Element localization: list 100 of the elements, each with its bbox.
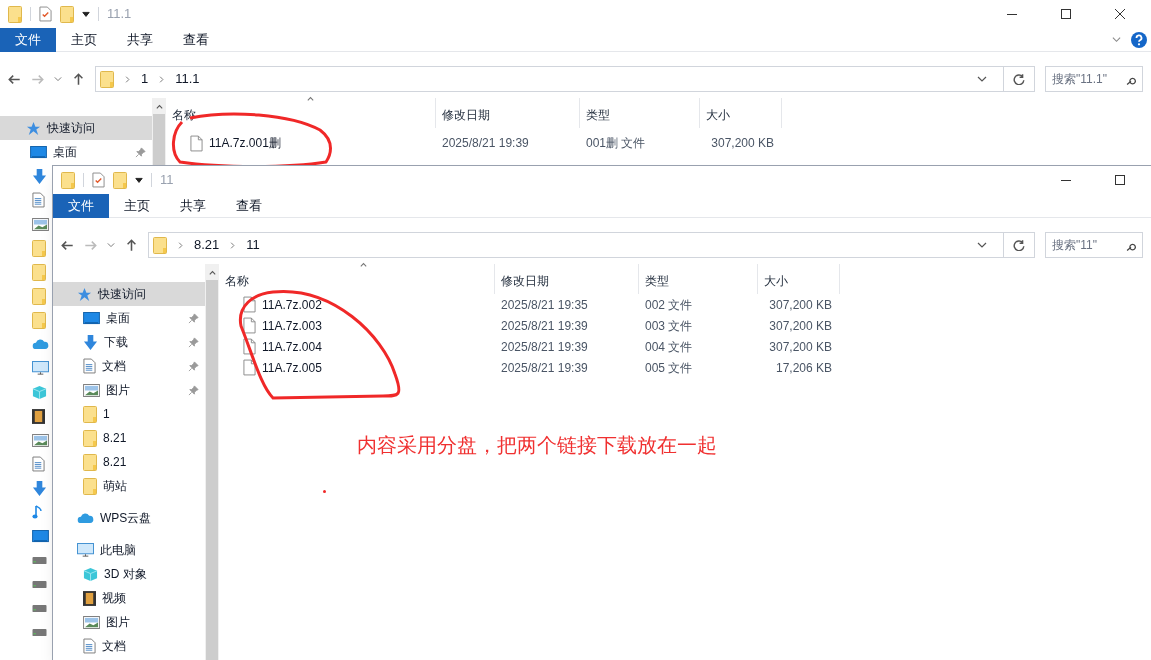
column-header[interactable]: 类型 (639, 264, 758, 294)
document-icon (83, 638, 96, 654)
nav-item[interactable]: 桌面 (53, 306, 205, 330)
nav-item[interactable]: 文档 (53, 354, 205, 378)
scrollbar[interactable] (205, 264, 219, 660)
refresh-icon[interactable] (1013, 73, 1025, 85)
nav-item[interactable]: 文档 (53, 634, 205, 658)
ribbon-tab[interactable]: 共享 (112, 27, 168, 52)
scrollbar[interactable] (152, 98, 166, 168)
ribbon-tab[interactable]: 查看 (221, 193, 277, 218)
dropdown-icon[interactable] (82, 10, 90, 18)
maximize-icon[interactable] (1115, 175, 1125, 185)
up-arrow-icon[interactable] (125, 238, 138, 252)
ribbon-tab[interactable]: 文件 (53, 193, 109, 218)
address-bar[interactable]: 1 11.1 (95, 66, 1035, 92)
nav-item[interactable]: 视频 (53, 586, 205, 610)
path-segment[interactable]: 8.21 (194, 235, 220, 255)
search-field[interactable]: 搜索"11.1" (1045, 66, 1143, 92)
dropdown-icon[interactable] (977, 74, 987, 84)
ribbon-tab[interactable]: 文件 (0, 27, 56, 52)
nav-item[interactable]: 快速访问 (0, 116, 152, 140)
table-cell-text: 001删 文件 (585, 135, 647, 152)
path-segment[interactable]: 11.1 (175, 69, 200, 89)
cloud-icon (32, 338, 49, 350)
column-header[interactable]: 修改日期 (436, 98, 580, 128)
nav-item[interactable]: 图片 (53, 378, 205, 402)
nav-item[interactable]: 8.21 (53, 426, 205, 450)
folder-icon (83, 429, 97, 447)
scroll-thumb[interactable] (206, 280, 218, 660)
ribbon-tab[interactable]: 共享 (165, 193, 221, 218)
file-name[interactable]: 11A.7z.002 (219, 295, 495, 314)
nav-item[interactable]: 桌面 (0, 140, 152, 164)
column-header[interactable]: 修改日期 (495, 264, 639, 294)
file-name[interactable]: 11A.7z.005 (219, 358, 495, 377)
film-icon (32, 408, 45, 424)
address-bar[interactable]: 8.21 11 (148, 232, 1035, 258)
table-cell-text: 307,200 KB (768, 317, 833, 335)
column-header[interactable]: 大小 (700, 98, 782, 128)
minimize-icon[interactable] (1007, 13, 1017, 15)
maximize-icon[interactable] (1061, 9, 1071, 19)
column-header[interactable]: 大小 (758, 264, 840, 294)
pin-icon (188, 336, 199, 348)
dropdown-icon[interactable] (977, 240, 987, 250)
help-icon[interactable] (1131, 31, 1147, 48)
table-cell-text: 307,200 KB (768, 338, 833, 356)
column-header[interactable]: 名称 (219, 264, 495, 294)
nav-item[interactable]: 1 (53, 402, 205, 426)
drive-icon (32, 628, 47, 636)
close-icon[interactable] (1115, 9, 1125, 19)
picture-icon (83, 615, 100, 629)
ribbon-tab[interactable]: 查看 (168, 27, 224, 52)
nav-item[interactable]: WPS云盘 (53, 506, 205, 530)
nav-item[interactable]: 下载 (53, 330, 205, 354)
file-icon (190, 134, 203, 152)
checklist-icon (92, 172, 105, 188)
document-icon (32, 192, 45, 208)
cube-icon (32, 384, 47, 400)
nav-item[interactable]: 8.21 (53, 450, 205, 474)
ribbon-tab[interactable]: 主页 (109, 193, 165, 218)
pin-icon (188, 384, 199, 396)
chevron-down-icon[interactable] (1112, 35, 1121, 44)
chevron-right-icon (158, 75, 166, 83)
folder-icon (32, 311, 46, 329)
document-icon (32, 456, 45, 472)
chevron-right-icon (124, 75, 131, 83)
nav-item[interactable]: 3D 对象 (53, 562, 205, 586)
star-icon (77, 286, 92, 302)
checklist-icon (39, 6, 52, 22)
nav-item[interactable]: 快速访问 (53, 282, 205, 306)
drive-icon (32, 580, 47, 588)
table-cell-text: 2025/8/21 19:39 (441, 135, 530, 152)
music-note-icon (32, 504, 42, 520)
path-segment[interactable]: 11 (246, 235, 260, 255)
file-name[interactable]: 11A.7z.001删 (166, 134, 436, 152)
dropdown-icon[interactable] (135, 176, 143, 184)
nav-item[interactable]: 图片 (53, 610, 205, 634)
folder-icon (83, 477, 97, 495)
back-arrow-icon[interactable] (61, 238, 74, 252)
drive-icon (32, 556, 47, 564)
nav-item[interactable]: 萌站 (53, 474, 205, 498)
column-header[interactable]: 类型 (580, 98, 700, 128)
back-arrow-icon[interactable] (8, 72, 21, 86)
scroll-thumb[interactable] (153, 114, 165, 168)
down-arrow-icon (83, 334, 98, 350)
file-name[interactable]: 11A.7z.004 (219, 337, 495, 356)
ribbon-tab[interactable]: 主页 (56, 27, 112, 52)
refresh-icon[interactable] (1013, 239, 1025, 251)
path-segment[interactable]: 1 (141, 69, 149, 89)
up-arrow-icon[interactable] (72, 72, 85, 86)
folder-icon (83, 405, 97, 423)
star-icon (26, 120, 41, 136)
nav-item[interactable]: 此电脑 (53, 538, 205, 562)
down-arrow-icon (32, 168, 47, 184)
file-name[interactable]: 11A.7z.003 (219, 316, 495, 335)
chevron-right-icon (177, 241, 184, 249)
search-field[interactable]: 搜索"11" (1045, 232, 1143, 258)
pin-icon (135, 146, 146, 158)
table-cell-text: 2025/8/21 19:39 (500, 317, 589, 335)
minimize-icon[interactable] (1061, 179, 1071, 181)
folder-icon (32, 239, 46, 257)
